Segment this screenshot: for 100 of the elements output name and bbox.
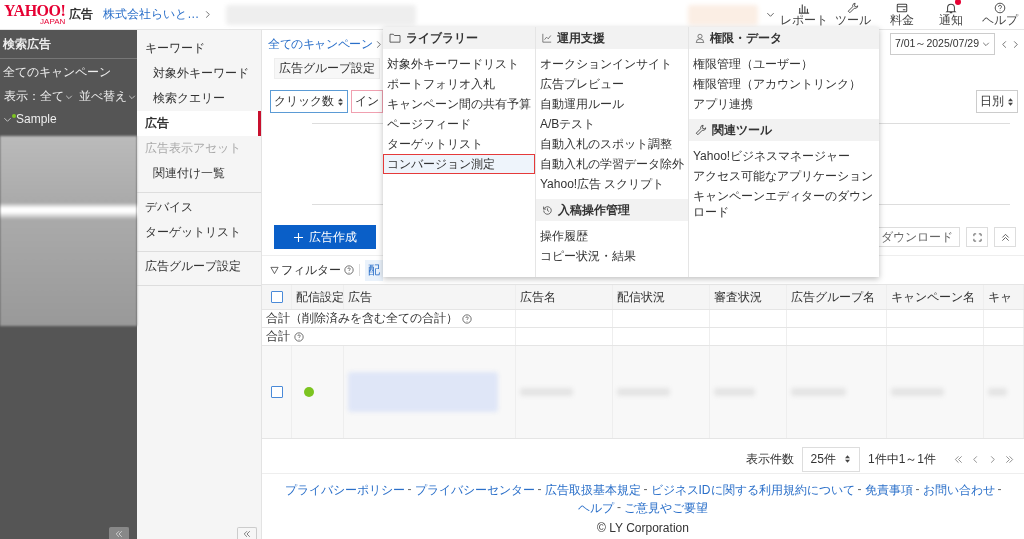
menu-item[interactable]: ページフィード — [383, 114, 535, 134]
date-range-dropdown[interactable]: 7/01～2025/07/29 — [890, 33, 995, 55]
header-nav-button[interactable]: 料金 — [877, 1, 926, 28]
footer-link[interactable]: ご意見やご要望 — [624, 500, 708, 517]
column-header[interactable]: 配信設定 — [296, 288, 344, 306]
sidebar-nav-item[interactable]: デバイス — [137, 195, 261, 220]
menu-item[interactable]: 権限管理（アカウントリンク） — [689, 74, 879, 94]
menu-item[interactable]: Yahoo!ビジネスマネージャー — [689, 146, 879, 166]
previous-page-icon[interactable] — [971, 454, 980, 464]
menu-item[interactable]: 操作履歴 — [536, 226, 688, 246]
header-nav-button[interactable]: ヘルプ — [975, 1, 1024, 28]
metric-dropdown[interactable]: イン — [351, 90, 383, 113]
menu-item[interactable]: 自動入札のスポット調整 — [536, 134, 688, 154]
row-checkbox[interactable] — [270, 386, 283, 398]
blurred-block — [688, 4, 758, 25]
chevron-down-icon[interactable] — [766, 10, 775, 19]
menu-section-title: 権限・データ — [710, 29, 782, 47]
menu-section-title: 入稿操作管理 — [558, 201, 630, 219]
chevron-down-icon — [982, 40, 990, 48]
chevron-right-icon[interactable] — [374, 39, 384, 49]
menu-item[interactable]: A/Bテスト — [536, 114, 688, 134]
menu-item[interactable]: アクセス可能なアプリケーション — [689, 166, 879, 186]
column-header[interactable]: 配信状況 — [617, 288, 665, 306]
sidebar-nav-item[interactable]: 広告グループ設定 — [137, 254, 261, 279]
footer-link[interactable]: お問い合わせ — [922, 482, 995, 499]
summary-label: 合計（削除済みを含む全ての合計） — [266, 310, 458, 327]
all-campaigns-link[interactable]: 全てのキャンペーン — [0, 59, 137, 86]
metric-dropdown[interactable]: クリック数 — [270, 90, 348, 113]
menu-item[interactable]: オークションインサイト — [536, 54, 688, 74]
menu-item[interactable]: 自動入札の学習データ除外 — [536, 154, 688, 174]
menu-item[interactable]: ターゲットリスト — [383, 134, 535, 154]
sidebar-nav-item[interactable]: 広告 — [137, 111, 261, 136]
previous-period-icon[interactable] — [1000, 39, 1009, 49]
sidebar-nav-item[interactable]: ターゲットリスト — [137, 220, 261, 245]
footer-link[interactable]: プライバシーポリシー — [284, 482, 405, 499]
sidebar-nav-item[interactable]: 検索クエリー — [137, 86, 261, 111]
separator-text: - — [407, 482, 412, 498]
chevron-right-icon[interactable] — [203, 10, 213, 19]
double-chevron-up-icon — [1000, 232, 1010, 242]
column-header[interactable]: 広告 — [348, 288, 372, 306]
footer-link[interactable]: 広告取扱基本規定 — [544, 482, 641, 499]
menu-item[interactable]: キャンペーンエディターのダウンロード — [689, 186, 879, 222]
filter-dropdown[interactable]: 表示：全て — [4, 88, 73, 105]
menu-section-title: 運用支援 — [557, 29, 605, 47]
create-ad-button[interactable]: 広告作成 — [274, 225, 376, 249]
separator-text: - — [537, 482, 542, 498]
bell-icon — [944, 1, 957, 14]
double-chevron-left-icon — [115, 529, 123, 538]
help-icon — [993, 1, 1006, 14]
filter-chip[interactable]: 配 — [365, 259, 383, 281]
select-all-checkbox[interactable] — [270, 291, 283, 303]
breadcrumb-link[interactable]: 全てのキャンペーン — [268, 35, 373, 53]
menu-item[interactable]: 広告プレビュー — [536, 74, 688, 94]
header-nav-button[interactable]: ツール — [828, 1, 877, 28]
next-period-icon[interactable] — [1011, 39, 1020, 49]
help-icon[interactable] — [462, 313, 472, 324]
menu-item[interactable]: ポートフォリオ入札 — [383, 74, 535, 94]
fullscreen-button[interactable] — [966, 227, 988, 247]
line-chart-icon — [542, 33, 552, 43]
filter-icon — [270, 265, 279, 275]
column-header[interactable]: キャンペーン名 — [891, 288, 975, 306]
summary-label: 合計 — [266, 328, 290, 345]
account-link[interactable]: 株式会社らいと… — [103, 6, 200, 23]
campaign-item[interactable]: Sample — [16, 112, 57, 126]
last-page-icon[interactable] — [1005, 454, 1014, 464]
next-page-icon[interactable] — [988, 454, 997, 464]
column-header[interactable]: キャ — [988, 288, 1012, 306]
page-size-dropdown[interactable]: 25件 — [801, 446, 860, 472]
sort-dropdown[interactable]: 並べ替え — [79, 88, 136, 105]
yahoo-japan-logo[interactable]: YAHOO! JAPAN — [4, 3, 66, 26]
collapse-button[interactable] — [109, 527, 129, 539]
header-nav-button[interactable]: レポート — [779, 1, 828, 28]
menu-item[interactable]: 対象外キーワードリスト — [383, 54, 535, 74]
footer-link[interactable]: ヘルプ — [578, 500, 614, 517]
menu-item[interactable]: キャンペーン間の共有予算 — [383, 94, 535, 114]
sidebar-nav-item[interactable]: 対象外キーワード — [137, 61, 261, 86]
filter-button[interactable]: フィルター — [270, 261, 341, 279]
wrench-icon — [695, 124, 707, 136]
footer-link[interactable]: プライバシーセンター — [414, 482, 535, 499]
granularity-dropdown[interactable]: 日別 — [976, 90, 1018, 113]
menu-item[interactable]: コピー状況・結果 — [536, 246, 688, 266]
help-icon[interactable] — [344, 265, 354, 275]
menu-item[interactable]: 権限管理（ユーザー） — [689, 54, 879, 74]
column-header[interactable]: 広告名 — [520, 288, 556, 306]
collapse-button[interactable] — [237, 527, 257, 539]
sidebar-nav-item[interactable]: キーワード — [137, 36, 261, 61]
adgroup-settings-button[interactable]: 広告グループ設定 — [274, 57, 380, 79]
folder-icon — [389, 33, 401, 43]
column-header[interactable]: 広告グループ名 — [791, 288, 875, 306]
first-page-icon[interactable] — [954, 454, 963, 464]
menu-item[interactable]: 自動運用ルール — [536, 94, 688, 114]
menu-item[interactable]: Yahoo!広告 スクリプト — [536, 174, 688, 194]
help-icon[interactable] — [294, 331, 304, 342]
menu-item[interactable]: アプリ連携 — [689, 94, 879, 114]
column-header[interactable]: 審査状況 — [714, 288, 762, 306]
menu-section-title: ライブラリー — [406, 29, 478, 47]
menu-item[interactable]: コンバージョン測定 — [383, 154, 535, 174]
footer-link[interactable]: ビジネスIDに関する利用規約について — [650, 482, 855, 499]
header-nav-button[interactable]: 通知 — [926, 1, 975, 28]
footer-link[interactable]: 免責事項 — [864, 482, 913, 499]
